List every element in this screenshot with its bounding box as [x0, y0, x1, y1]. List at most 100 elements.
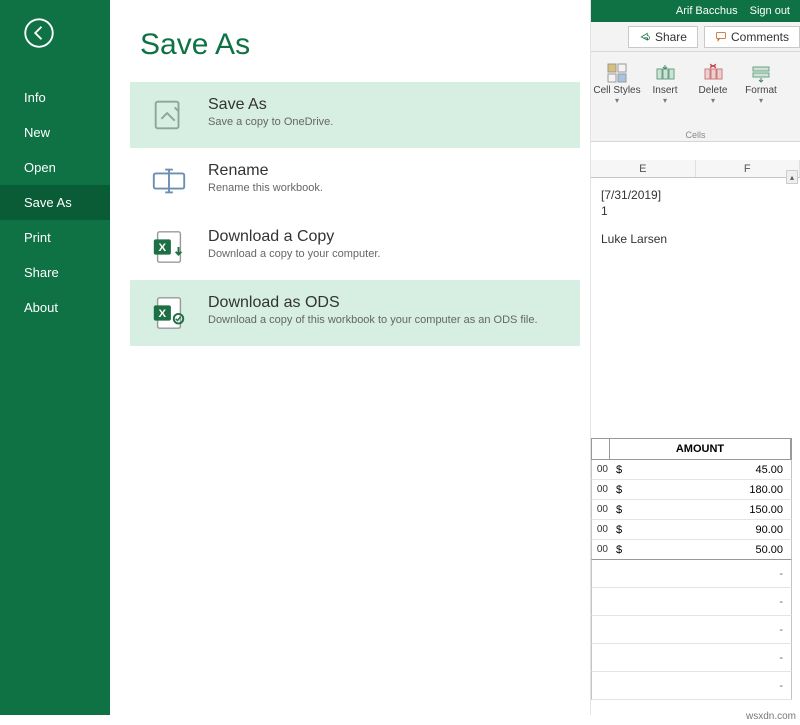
ribbon-format[interactable]: Format ▾ — [737, 57, 785, 141]
table-row[interactable]: - — [591, 672, 792, 700]
ribbon-label: Delete — [699, 85, 728, 96]
amount-header-edge — [592, 439, 610, 459]
option-download-ods[interactable]: X Download as ODS Download a copy of thi… — [130, 280, 580, 346]
currency-symbol: $ — [610, 504, 630, 516]
column-headers: E F — [591, 160, 800, 178]
backstage-sidebar: Info New Open Save As Print Share About — [0, 0, 110, 715]
sidebar-menu: Info New Open Save As Print Share About — [0, 80, 110, 325]
spreadsheet-background: Arif Bacchus Sign out Share Comments Cel… — [590, 0, 800, 715]
option-download-copy[interactable]: X Download a Copy Download a copy to you… — [130, 214, 580, 280]
option-title: Download a Copy — [208, 228, 380, 246]
col-header-f[interactable]: F — [696, 160, 800, 177]
save-as-icon — [150, 96, 188, 134]
table-row[interactable]: - — [591, 616, 792, 644]
sidebar-item-info[interactable]: Info — [0, 80, 110, 115]
ribbon-delete[interactable]: Delete ▾ — [689, 57, 737, 141]
dropdown-icon: ▾ — [615, 96, 619, 105]
ribbon-top: Share Comments — [591, 22, 800, 52]
amount-value: - — [630, 568, 791, 580]
back-button[interactable] — [0, 0, 110, 60]
col-header-e[interactable]: E — [591, 160, 696, 177]
table-row[interactable]: 00$45.00 — [591, 460, 792, 480]
option-desc: Download a copy of this workbook to your… — [208, 314, 538, 326]
amount-header-row: AMOUNT — [591, 438, 792, 460]
share-label: Share — [655, 30, 687, 44]
option-desc: Rename this workbook. — [208, 182, 323, 194]
ribbon-label: Insert — [652, 85, 677, 96]
back-arrow-icon — [24, 18, 54, 48]
amount-value: 45.00 — [630, 464, 791, 476]
table-row[interactable]: 00$150.00 — [591, 500, 792, 520]
dropdown-icon: ▾ — [759, 96, 763, 105]
amount-header: AMOUNT — [610, 439, 791, 459]
save-as-options: Save As Save a copy to OneDrive. Rename … — [110, 82, 590, 346]
currency-symbol: $ — [610, 524, 630, 536]
row-edge: 00 — [592, 484, 610, 495]
ribbon-cells-group: Cell Styles ▾ Insert ▾ Delete ▾ Format ▾ — [591, 52, 800, 142]
table-row[interactable]: 00$180.00 — [591, 480, 792, 500]
format-cells-icon — [751, 63, 771, 83]
sidebar-item-print[interactable]: Print — [0, 220, 110, 255]
sidebar-item-save-as[interactable]: Save As — [0, 185, 110, 220]
row-edge: 00 — [592, 504, 610, 515]
sidebar-item-new[interactable]: New — [0, 115, 110, 150]
table-row[interactable]: - — [591, 588, 792, 616]
dropdown-icon: ▾ — [711, 96, 715, 105]
table-row[interactable]: - — [591, 560, 792, 588]
account-bar: Arif Bacchus Sign out — [591, 0, 800, 22]
amount-value: - — [630, 596, 791, 608]
cell-number[interactable]: 1 — [601, 204, 800, 218]
option-rename[interactable]: Rename Rename this workbook. — [130, 148, 580, 214]
backstage-main: Save As Save As Save a copy to OneDrive.… — [110, 0, 590, 715]
row-edge: 00 — [592, 544, 610, 555]
insert-cells-icon — [655, 63, 675, 83]
currency-symbol: $ — [610, 544, 630, 556]
comment-icon — [715, 31, 727, 43]
delete-cells-icon — [703, 63, 723, 83]
currency-symbol: $ — [610, 484, 630, 496]
share-button[interactable]: Share — [628, 26, 698, 48]
amount-value: 50.00 — [630, 544, 791, 556]
ribbon-group-label: Cells — [591, 130, 800, 140]
option-title: Save As — [208, 96, 333, 114]
cell-date-block: [7/31/2019] 1 — [591, 178, 800, 218]
option-desc: Save a copy to OneDrive. — [208, 116, 333, 128]
comments-label: Comments — [731, 30, 789, 44]
amount-value: 150.00 — [630, 504, 791, 516]
amount-value: - — [630, 624, 791, 636]
amount-value: - — [630, 680, 791, 692]
cell-date[interactable]: [7/31/2019] — [601, 188, 800, 202]
table-row[interactable]: 00$50.00 — [591, 540, 792, 560]
sidebar-item-open[interactable]: Open — [0, 150, 110, 185]
currency-symbol: $ — [610, 464, 630, 476]
svg-text:X: X — [159, 242, 167, 254]
ribbon-label: Cell Styles — [593, 85, 640, 96]
account-user[interactable]: Arif Bacchus — [676, 5, 738, 17]
cell-name[interactable]: Luke Larsen — [591, 218, 800, 246]
amount-value: - — [630, 652, 791, 664]
option-desc: Download a copy to your computer. — [208, 248, 380, 260]
ods-file-icon: X — [150, 294, 188, 332]
cell-styles-icon — [607, 63, 627, 83]
ribbon-insert[interactable]: Insert ▾ — [641, 57, 689, 141]
row-edge: 00 — [592, 524, 610, 535]
ribbon-cell-styles[interactable]: Cell Styles ▾ — [593, 57, 641, 141]
sidebar-item-share[interactable]: Share — [0, 255, 110, 290]
rename-icon — [150, 162, 188, 200]
table-row[interactable]: - — [591, 644, 792, 672]
svg-text:X: X — [159, 308, 167, 320]
signout-link[interactable]: Sign out — [750, 5, 790, 17]
comments-button[interactable]: Comments — [704, 26, 800, 48]
watermark: wsxdn.com — [746, 711, 796, 722]
amount-value: 90.00 — [630, 524, 791, 536]
dropdown-icon: ▾ — [663, 96, 667, 105]
option-save-as[interactable]: Save As Save a copy to OneDrive. — [130, 82, 580, 148]
option-title: Download as ODS — [208, 294, 538, 312]
amount-table: AMOUNT 00$45.0000$180.0000$150.0000$90.0… — [591, 438, 792, 700]
sheet-area: [7/31/2019] 1 Luke Larsen AMOUNT 00$45.0… — [591, 178, 800, 246]
table-row[interactable]: 00$90.00 — [591, 520, 792, 540]
row-edge: 00 — [592, 464, 610, 475]
option-title: Rename — [208, 162, 323, 180]
ribbon-label: Format — [745, 85, 777, 96]
sidebar-item-about[interactable]: About — [0, 290, 110, 325]
